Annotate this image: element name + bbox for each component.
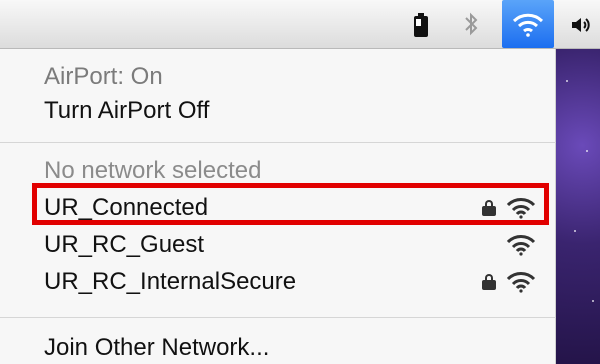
- network-item-ur-rc-guest[interactable]: UR_RC_Guest: [44, 228, 536, 262]
- join-other-network-item[interactable]: Join Other Network...: [44, 334, 269, 362]
- lock-icon: [482, 274, 496, 290]
- no-network-selected-label: No network selected: [44, 157, 262, 184]
- network-item-ur-rc-internalsecure[interactable]: UR_RC_InternalSecure: [44, 265, 536, 299]
- bluetooth-icon[interactable]: [456, 6, 486, 44]
- network-name: UR_RC_Guest: [44, 231, 205, 258]
- highlight-box: [32, 183, 549, 225]
- wifi-signal-icon: [506, 235, 536, 256]
- airport-menu: AirPort: On Turn AirPort Off No network …: [0, 49, 556, 364]
- turn-airport-off-item[interactable]: Turn AirPort Off: [44, 97, 209, 125]
- volume-icon[interactable]: [566, 6, 596, 44]
- wifi-signal-icon: [506, 272, 536, 293]
- wifi-icon[interactable]: [502, 0, 554, 48]
- menu-separator: [0, 142, 556, 143]
- menu-bar: [0, 0, 600, 49]
- menu-separator: [0, 317, 556, 318]
- airport-status: AirPort: On: [44, 63, 163, 90]
- desktop-background: [556, 0, 600, 364]
- network-name: UR_RC_InternalSecure: [44, 268, 297, 295]
- battery-icon[interactable]: [406, 6, 436, 44]
